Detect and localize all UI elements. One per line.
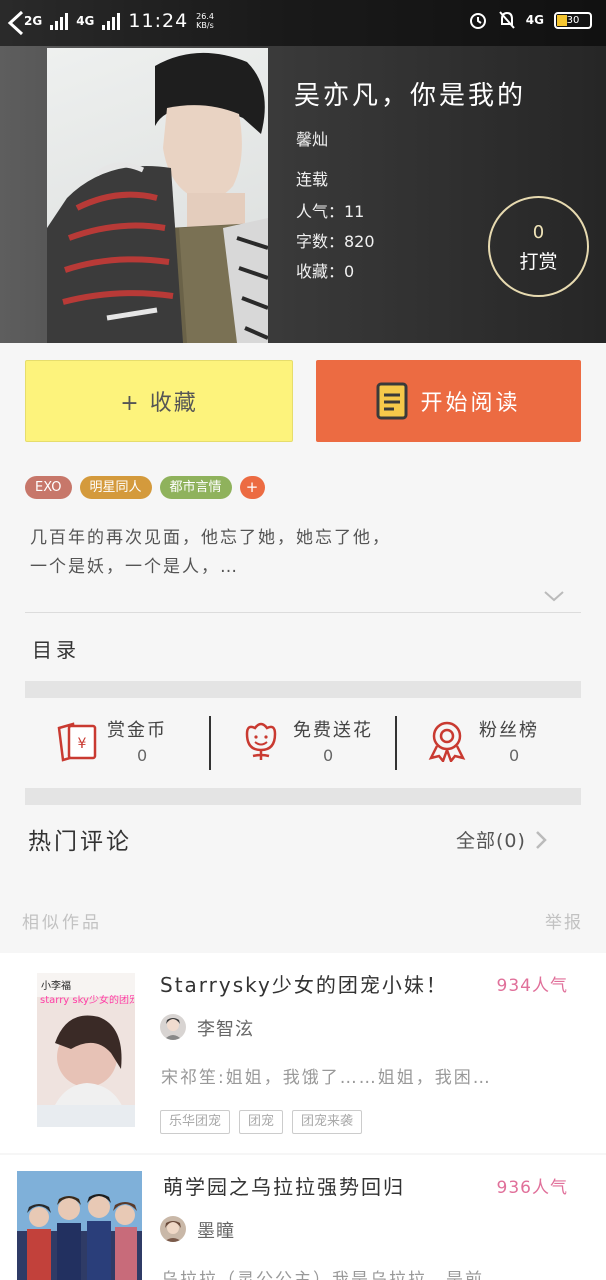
book-intro: 几百年的再次见面，他忘了她，她忘了他， 一个是妖，一个是人，… — [30, 524, 560, 582]
svg-text:¥: ¥ — [78, 736, 87, 752]
work-item[interactable]: 萌学园之乌拉拉强势回归 936人气 墨瞳 乌拉拉（灵公公主）我是乌拉拉，是前… — [0, 1155, 606, 1280]
hot-comments-title: 热门评论 — [28, 829, 132, 855]
book-title: 吴亦凡，你是我的 — [294, 81, 527, 111]
add-tag-button[interactable]: + — [239, 476, 265, 499]
tag-list: EXO 明星同人 都市言情 + — [25, 476, 265, 499]
reward-count: 0 — [532, 222, 545, 243]
book-favorites: 收藏：0 — [296, 262, 355, 281]
start-reading-button[interactable]: 开始阅读 — [316, 360, 581, 442]
network-label: 4G — [76, 14, 95, 28]
book-icon — [376, 382, 408, 420]
avatar — [160, 1216, 186, 1242]
intro-line: 几百年的再次见面，他忘了她，她忘了他， — [30, 528, 391, 548]
intro-line: 一个是妖，一个是人，… — [30, 557, 239, 577]
red-envelope-icon: ¥ — [57, 722, 97, 762]
reward-label: 打赏 — [519, 251, 558, 273]
stat-value: 0 — [137, 746, 148, 765]
free-flower[interactable]: 免费送花 0 — [211, 712, 395, 774]
network-label: 2G — [24, 14, 43, 28]
work-author: 墨瞳 — [197, 1221, 235, 1242]
stats-row: ¥ 赏金币 0 免费送花 0 粉丝榜 0 — [25, 712, 581, 774]
book-status: 连载 — [296, 170, 329, 189]
alarm-icon — [469, 13, 486, 29]
work-description: 乌拉拉（灵公公主）我是乌拉拉，是前… — [161, 1270, 503, 1280]
work-title[interactable]: Starrysky少女的团宠小妹！ — [160, 969, 448, 998]
award-ribbon-icon — [428, 721, 466, 762]
work-cover — [17, 1171, 142, 1280]
catalog-link[interactable]: 目录 — [32, 634, 80, 663]
signal-icon — [102, 12, 121, 30]
book-author[interactable]: 馨灿 — [296, 126, 328, 150]
book-cover — [47, 48, 268, 343]
stat-value: 0 — [323, 746, 334, 765]
book-header: 2G 4G 11:24 26.4 KB/s 4G 30 吴亦凡，你是我的 馨灿 连… — [0, 0, 606, 343]
chevron-down-icon[interactable] — [543, 589, 565, 603]
fan-ranking[interactable]: 粉丝榜 0 — [397, 712, 581, 774]
book-popularity: 人气：11 — [296, 202, 365, 221]
stat-value: 0 — [509, 746, 520, 765]
work-tag-list: 乐华团宠 团宠 团宠来袭 — [160, 1110, 363, 1134]
signal-icon — [50, 12, 69, 30]
stat-label: 赏金币 — [107, 720, 167, 741]
tag[interactable]: 都市言情 — [159, 476, 232, 499]
flower-icon — [245, 722, 277, 760]
clock: 11:24 — [128, 10, 189, 32]
status-bar: 2G 4G 11:24 26.4 KB/s 4G 30 — [0, 0, 606, 46]
report-link[interactable]: 举报 — [545, 908, 583, 933]
all-comments-label: 全部(0) — [456, 830, 526, 852]
tag[interactable]: 明星同人 — [79, 476, 152, 499]
work-popularity: 936人气 — [496, 1178, 568, 1198]
cover-text: 小李福 — [41, 981, 71, 992]
work-popularity: 934人气 — [496, 976, 568, 996]
work-tag[interactable]: 团宠来袭 — [292, 1110, 363, 1134]
stat-label: 免费送花 — [293, 720, 373, 741]
tag[interactable]: EXO — [25, 476, 72, 499]
work-tag[interactable]: 团宠 — [239, 1110, 284, 1134]
work-description: 宋祁笙:姐姐，我饿了……姐姐，我困… — [161, 1068, 492, 1088]
all-comments-link[interactable]: 全部(0) — [456, 826, 548, 853]
section-separator — [25, 681, 581, 698]
work-title[interactable]: 萌学园之乌拉拉强势回归 — [163, 1171, 405, 1200]
chevron-right-icon — [536, 830, 547, 849]
work-tag[interactable]: 乐华团宠 — [160, 1110, 231, 1134]
cover-text: starry sky少女的团宠小妹 — [40, 995, 134, 1006]
reward-button[interactable]: 0 打赏 — [488, 196, 589, 297]
work-author: 李智泫 — [197, 1019, 254, 1040]
mute-notification-icon — [499, 11, 515, 29]
work-item[interactable]: 小李福 starry sky少女的团宠小妹 Starrysky少女的团宠小妹！ … — [0, 953, 606, 1153]
collect-button[interactable]: + 收藏 — [25, 360, 293, 442]
work-cover: 小李福 starry sky少女的团宠小妹 — [37, 973, 135, 1127]
book-word-count: 字数：820 — [296, 232, 375, 251]
network-label: 4G — [525, 13, 544, 27]
battery-icon: 30 — [554, 11, 592, 29]
stat-label: 粉丝榜 — [479, 720, 539, 741]
similar-works-title: 相似作品 — [22, 913, 102, 933]
start-reading-label: 开始阅读 — [420, 391, 521, 416]
section-separator — [25, 788, 581, 805]
divider — [25, 612, 581, 613]
gold-coin-reward[interactable]: ¥ 赏金币 0 — [25, 712, 209, 774]
network-speed: 26.4 KB/s — [196, 12, 214, 30]
avatar — [160, 1014, 186, 1040]
